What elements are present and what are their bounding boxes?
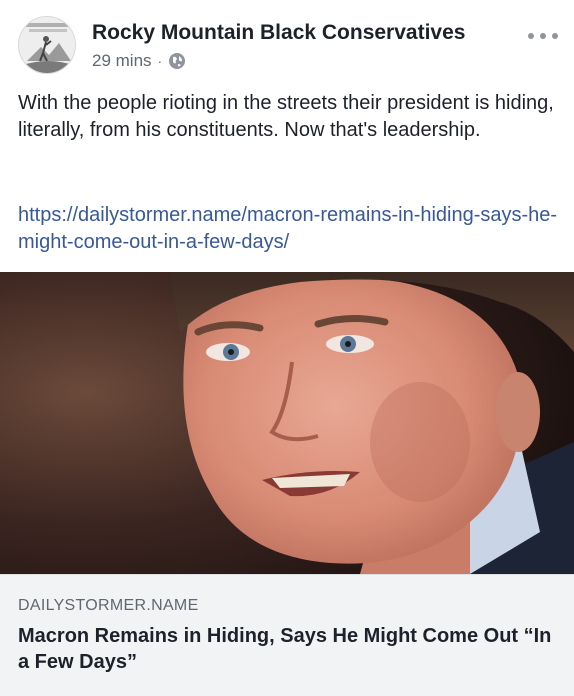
post-message: With the people rioting in the streets t… (18, 92, 554, 141)
post-timestamp[interactable]: 29 mins (92, 51, 152, 71)
page-avatar[interactable] (18, 16, 76, 74)
globe-icon[interactable] (168, 52, 186, 70)
meta-separator: · (157, 53, 163, 69)
post-url-link[interactable]: https://dailystormer.name/macron-remains… (18, 202, 558, 256)
facebook-post: Rocky Mountain Black Conservatives 29 mi… (0, 0, 574, 696)
post-meta: 29 mins · (92, 51, 186, 71)
link-preview-card[interactable]: DAILYSTORMER.NAME Macron Remains in Hidi… (0, 272, 574, 696)
more-options-icon[interactable] (528, 30, 558, 42)
link-preview-title[interactable]: Macron Remains in Hiding, Says He Might … (18, 623, 558, 675)
link-preview-image[interactable] (0, 272, 574, 574)
page-name[interactable]: Rocky Mountain Black Conservatives (92, 21, 465, 45)
post-header: Rocky Mountain Black Conservatives 29 mi… (18, 16, 558, 76)
link-preview-domain: DAILYSTORMER.NAME (18, 597, 199, 614)
link-preview-info[interactable]: DAILYSTORMER.NAME Macron Remains in Hidi… (0, 574, 574, 696)
